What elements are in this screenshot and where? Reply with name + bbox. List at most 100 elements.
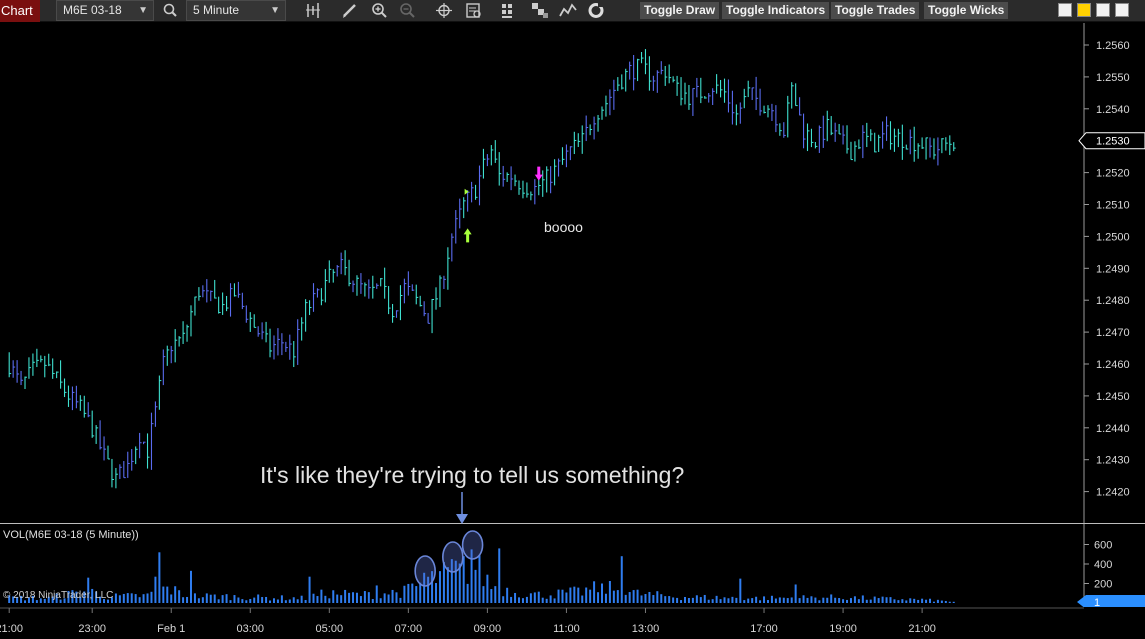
volume-bar-127 [510,596,513,603]
volume-bar-137 [549,595,552,603]
volume-bar-187 [747,598,750,603]
volume-bar-164 [656,591,659,603]
volume-bar-207 [826,597,829,603]
volume-bar-138 [553,598,556,603]
current-volume-label: 1 [1094,597,1100,607]
volume-bar-119 [478,555,481,603]
time-tick-label: 11:00 [553,623,580,635]
volume-bar-67 [272,598,275,603]
templates-icon[interactable] [558,1,578,20]
volume-bar-171 [683,596,686,603]
annotation-arrow[interactable] [454,492,470,526]
volume-bar-217 [865,599,868,603]
volume-bar-236 [940,600,943,603]
volume-bar-74 [300,595,303,603]
volume-bar-155 [620,556,623,603]
zoom-in-icon[interactable] [370,1,390,20]
strategies-icon[interactable] [530,1,550,20]
volume-bar-180 [719,599,722,603]
toggle-trades-button[interactable]: Toggle Trades [831,2,920,19]
price-tick-label: 1.2470 [1096,327,1130,339]
crosshair-icon[interactable] [434,1,454,20]
toggle-wicks-button[interactable]: Toggle Wicks [924,2,1009,19]
volume-bar-163 [652,595,655,603]
time-tick-label: 23:00 [78,623,106,635]
volume-bar-233 [929,598,932,603]
volume-bar-51 [209,594,212,603]
time-tick-label: 21:00 [908,623,936,635]
volume-bar-56 [229,600,232,603]
volume-bar-216 [861,595,864,603]
chart-toolbar: Chart M6E 03-18 ▼ 5 Minute ▼ Toggle Draw… [0,0,1145,22]
volume-bar-219 [873,596,876,603]
volume-bar-32 [134,594,137,603]
instrument-value: M6E 03-18 [63,3,122,17]
volume-bar-86 [348,592,351,603]
zoom-out-icon[interactable] [398,1,418,20]
time-tick-label: 19:00 [829,623,857,635]
volume-bar-95 [383,593,386,603]
volume-highlight-ellipse-2 [461,530,484,560]
volume-bar-90 [363,591,366,603]
volume-bar-235 [936,599,939,603]
volume-bar-139 [557,589,560,603]
magnifier-icon[interactable] [160,1,180,20]
volume-bar-129 [518,597,521,603]
price-tick-label: 1.2430 [1096,455,1130,467]
volume-bar-88 [355,592,358,603]
volume-bar-69 [280,595,283,603]
color-swatch-4[interactable] [1115,3,1129,17]
volume-bar-169 [676,597,679,603]
instrument-selector[interactable]: M6E 03-18 ▼ [56,0,154,21]
chart-tab[interactable]: Chart [0,0,40,22]
volume-bar-102 [411,583,414,603]
annotation-message[interactable]: It's like they're trying to tell us some… [260,462,684,489]
down-arrow-signal-2 [534,166,543,181]
volume-bar-36 [150,591,153,603]
price-chart-panel[interactable]: 1.2420 1.2430 1.2440 1.2450 1.2460 1.2470 1.24… [0,23,1145,523]
refresh-icon[interactable] [586,1,606,20]
volume-bar-144 [577,587,580,603]
volume-bar-120 [482,586,485,603]
data-box-icon[interactable] [464,1,484,20]
volume-bar-201 [802,595,805,603]
volume-bar-176 [703,594,706,603]
volume-bar-47 [193,593,196,603]
volume-bar-35 [146,593,149,603]
color-swatch-2[interactable] [1077,3,1091,17]
volume-bar-75 [304,600,307,603]
volume-bar-172 [687,597,690,603]
bar-type-icon[interactable] [303,1,323,20]
annotation-boooo[interactable]: boooo [544,219,583,235]
volume-bar-41 [170,594,173,603]
volume-bar-53 [217,599,220,603]
volume-bar-43 [178,590,181,603]
price-tick-label: 1.2440 [1096,423,1130,435]
toggle-indicators-button[interactable]: Toggle Indicators [722,2,830,19]
volume-bar-225 [897,600,900,603]
volume-bar-83 [336,594,339,603]
volume-bar-190 [759,600,762,603]
color-swatch-3[interactable] [1096,3,1110,17]
volume-bar-59 [241,599,244,603]
volume-bar-218 [869,599,872,603]
last-price-label: 1.2530 [1096,136,1130,148]
volume-bar-130 [521,598,524,603]
volume-panel[interactable]: 200 400 600 1 [0,524,1145,607]
volume-bar-49 [201,597,204,603]
pencil-icon[interactable] [340,1,360,20]
indicators-icon[interactable] [499,1,519,20]
interval-selector[interactable]: 5 Minute ▼ [186,0,286,21]
volume-bar-226 [901,599,904,603]
volume-bar-116 [466,583,469,603]
price-tick-label: 1.2490 [1096,263,1130,275]
volume-bar-212 [846,599,849,603]
toggle-draw-button[interactable]: Toggle Draw [640,2,720,19]
volume-bar-109 [438,571,441,603]
color-swatch-1[interactable] [1058,3,1072,17]
volume-bar-145 [581,595,584,603]
volume-bar-157 [628,592,631,603]
price-tick-label: 1.2540 [1096,104,1130,116]
volume-bar-205 [818,600,821,603]
time-tick-label: Feb 1 [157,623,185,635]
